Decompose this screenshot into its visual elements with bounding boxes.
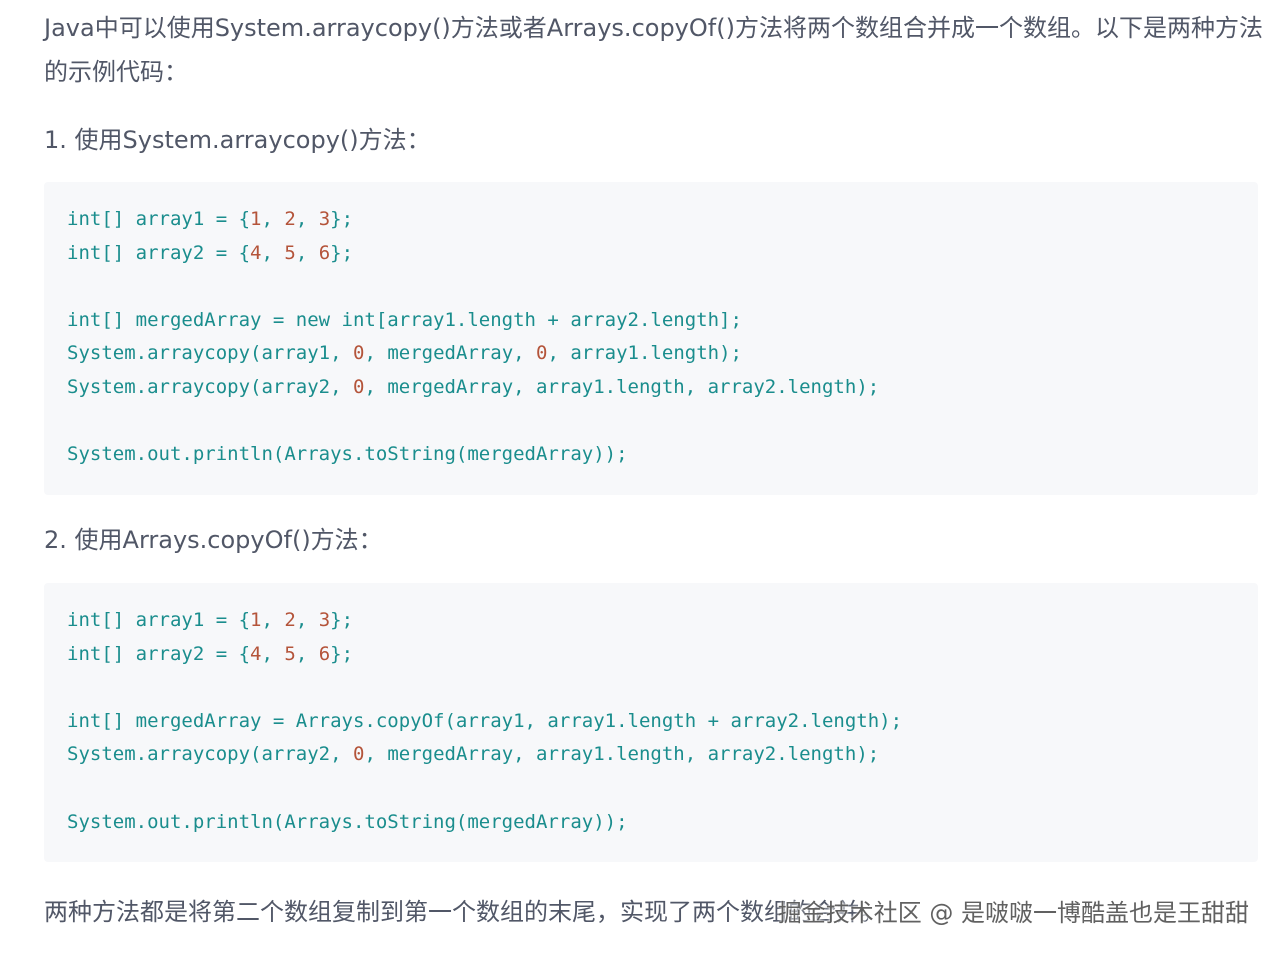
- code-line: System.arraycopy(array2, 0, mergedArray,…: [67, 743, 880, 766]
- code-line: System.out.println(Arrays.toString(merge…: [67, 443, 628, 466]
- code-line: System.out.println(Arrays.toString(merge…: [67, 810, 628, 833]
- code-block-copyof[interactable]: int[] array1 = {1, 2, 3}; int[] array2 = …: [44, 583, 1258, 862]
- code-block-arraycopy[interactable]: int[] array1 = {1, 2, 3}; int[] array2 = …: [44, 182, 1258, 495]
- intro-paragraph: Java中可以使用System.arraycopy()方法或者Arrays.co…: [44, 14, 1263, 86]
- watermark-text: 掘金技术社区 @ 是啵啵一博酷盖也是王甜甜: [777, 899, 1249, 927]
- article-content: Java中可以使用System.arraycopy()方法或者Arrays.co…: [0, 0, 1275, 953]
- code-line: int[] mergedArray = Arrays.copyOf(array1…: [67, 709, 903, 732]
- code-line: System.arraycopy(array2, 0, mergedArray,…: [67, 375, 880, 398]
- code-line: int[] array2 = {4, 5, 6};: [67, 241, 354, 264]
- code-line: System.arraycopy(array1, 0, mergedArray,…: [67, 342, 742, 365]
- method2-heading: 2. 使用Arrays.copyOf()方法：: [44, 526, 383, 554]
- code-line: int[] array2 = {4, 5, 6};: [67, 642, 354, 665]
- code-content: int[] array1 = {1, 2, 3}; int[] array2 = …: [44, 182, 1258, 472]
- code-line: int[] array1 = {1, 2, 3};: [67, 609, 354, 631]
- method1-heading: 1. 使用System.arraycopy()方法：: [44, 126, 431, 154]
- code-line: int[] array1 = {1, 2, 3};: [67, 208, 354, 230]
- code-content: int[] array1 = {1, 2, 3}; int[] array2 = …: [44, 583, 1258, 839]
- code-line: int[] mergedArray = new int[array1.lengt…: [67, 308, 742, 331]
